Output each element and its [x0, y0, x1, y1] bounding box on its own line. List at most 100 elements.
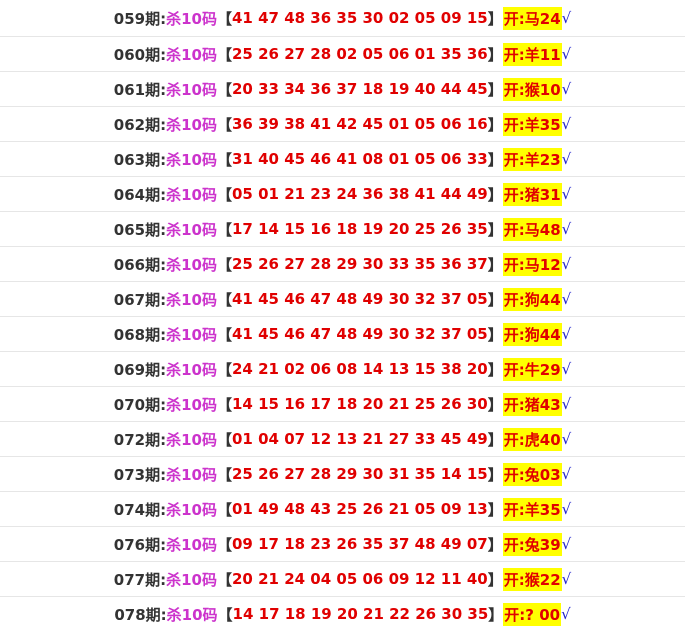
close-bracket: 】 — [487, 325, 503, 344]
period-label: 064期: — [113, 185, 167, 204]
table-row: 059期: 杀10码【41 47 48 36 35 30 02 05 09 15】… — [0, 0, 685, 37]
killed-numbers: 17 14 15 16 18 19 20 25 26 35 — [232, 220, 488, 238]
close-bracket: 】 — [487, 185, 503, 204]
open-bracket: 【 — [216, 325, 232, 344]
kill-count-label: 杀10码 — [166, 185, 217, 204]
open-bracket: 【 — [216, 185, 232, 204]
table-row: 060期: 杀10码【25 26 27 28 02 05 06 01 35 36】… — [0, 37, 685, 72]
open-bracket: 【 — [216, 430, 232, 449]
kill-count-label: 杀10码 — [166, 150, 217, 169]
period-label: 069期: — [113, 360, 167, 379]
table-row: 062期: 杀10码【36 39 38 41 42 45 01 05 06 16】… — [0, 107, 685, 142]
open-bracket: 【 — [216, 395, 232, 414]
killed-numbers: 31 40 45 46 41 08 01 05 06 33 — [232, 150, 488, 168]
table-row: 068期: 杀10码【41 45 46 47 48 49 30 32 37 05】… — [0, 317, 685, 352]
period-label: 066期: — [113, 255, 167, 274]
killed-numbers: 41 47 48 36 35 30 02 05 09 15 — [232, 9, 488, 27]
table-row: 066期: 杀10码【25 26 27 28 29 30 33 35 36 37】… — [0, 247, 685, 282]
draw-result-badge: 开:羊11 — [502, 42, 562, 66]
open-bracket: 【 — [216, 9, 232, 28]
period-label: 070期: — [113, 395, 167, 414]
period-label: 062期: — [113, 115, 167, 134]
draw-result-badge: 开:猴22 — [502, 567, 562, 591]
kill-count-label: 杀10码 — [166, 605, 218, 624]
table-row: 069期: 杀10码【24 21 02 06 08 14 13 15 38 20】… — [0, 352, 685, 387]
check-mark: √ — [561, 500, 572, 518]
check-mark: √ — [561, 605, 571, 623]
killed-numbers: 25 26 27 28 29 30 33 35 36 37 — [232, 255, 488, 273]
period-label: 077期: — [113, 570, 167, 589]
check-mark: √ — [561, 220, 572, 238]
killed-numbers: 20 21 24 04 05 06 09 12 11 40 — [232, 570, 488, 588]
close-bracket: 】 — [487, 80, 503, 99]
killed-numbers: 20 33 34 36 37 18 19 40 44 45 — [232, 80, 488, 98]
open-bracket: 【 — [216, 290, 232, 309]
table-row: 072期: 杀10码【01 04 07 12 13 21 27 33 45 49】… — [0, 422, 685, 457]
killed-numbers: 05 01 21 23 24 36 38 41 44 49 — [232, 185, 488, 203]
close-bracket: 】 — [487, 570, 503, 589]
check-mark: √ — [561, 290, 572, 308]
draw-result-badge: 开:羊35 — [502, 497, 562, 521]
draw-result-badge: 开:虎40 — [502, 427, 562, 451]
table-row: 076期: 杀10码【09 17 18 23 26 35 37 48 49 07】… — [0, 527, 685, 562]
draw-result-badge: 开:? 00 — [503, 602, 562, 626]
open-bracket: 【 — [216, 360, 232, 379]
draw-result-badge: 开:猴10 — [502, 77, 562, 101]
open-bracket: 【 — [216, 220, 232, 239]
killed-numbers: 01 49 48 43 25 26 21 05 09 13 — [232, 500, 488, 518]
open-bracket: 【 — [216, 570, 232, 589]
draw-result-badge: 开:狗44 — [502, 322, 562, 346]
check-mark: √ — [561, 115, 572, 133]
draw-result-badge: 开:狗44 — [502, 287, 562, 311]
close-bracket: 】 — [487, 360, 503, 379]
draw-result-badge: 开:牛29 — [502, 357, 562, 381]
table-row: 061期: 杀10码【20 33 34 36 37 18 19 40 44 45】… — [0, 72, 685, 107]
check-mark: √ — [561, 535, 572, 553]
kill-count-label: 杀10码 — [166, 115, 217, 134]
kill-count-label: 杀10码 — [166, 255, 217, 274]
close-bracket: 】 — [487, 220, 503, 239]
table-row: 073期: 杀10码【25 26 27 28 29 30 31 35 14 15】… — [0, 457, 685, 492]
open-bracket: 【 — [216, 45, 232, 64]
check-mark: √ — [561, 430, 572, 448]
draw-result-badge: 开:猪31 — [502, 182, 562, 206]
period-label: 063期: — [113, 150, 167, 169]
open-bracket: 【 — [216, 115, 232, 134]
draw-result-badge: 开:马24 — [502, 6, 562, 30]
close-bracket: 】 — [487, 255, 503, 274]
killed-numbers: 01 04 07 12 13 21 27 33 45 49 — [232, 430, 488, 448]
kill-count-label: 杀10码 — [166, 535, 217, 554]
period-label: 060期: — [113, 45, 167, 64]
close-bracket: 】 — [487, 465, 503, 484]
close-bracket: 】 — [487, 430, 503, 449]
close-bracket: 】 — [488, 605, 504, 624]
close-bracket: 】 — [487, 9, 503, 28]
close-bracket: 】 — [487, 395, 503, 414]
period-label: 065期: — [113, 220, 167, 239]
close-bracket: 】 — [487, 45, 503, 64]
table-row: 065期: 杀10码【17 14 15 16 18 19 20 25 26 35】… — [0, 212, 685, 247]
killed-numbers: 14 17 18 19 20 21 22 26 30 35 — [232, 605, 489, 623]
draw-result-badge: 开:猪43 — [502, 392, 562, 416]
check-mark: √ — [561, 45, 572, 63]
period-label: 068期: — [113, 325, 167, 344]
draw-result-badge: 开:马12 — [502, 252, 562, 276]
open-bracket: 【 — [216, 535, 232, 554]
kill-count-label: 杀10码 — [166, 9, 217, 28]
period-label: 073期: — [113, 465, 167, 484]
table-row: 077期: 杀10码【20 21 24 04 05 06 09 12 11 40】… — [0, 562, 685, 597]
period-label: 078期: — [114, 605, 167, 624]
draw-result-badge: 开:兔39 — [502, 532, 562, 556]
kill-count-label: 杀10码 — [166, 500, 217, 519]
table-row: 064期: 杀10码【05 01 21 23 24 36 38 41 44 49】… — [0, 177, 685, 212]
check-mark: √ — [561, 80, 572, 98]
table-row: 063期: 杀10码【31 40 45 46 41 08 01 05 06 33】… — [0, 142, 685, 177]
check-mark: √ — [561, 360, 572, 378]
table-row: 070期: 杀10码【14 15 16 17 18 20 21 25 26 30】… — [0, 387, 685, 422]
table-row: 078期: 杀10码【14 17 18 19 20 21 22 26 30 35】… — [0, 597, 685, 627]
close-bracket: 】 — [487, 290, 503, 309]
check-mark: √ — [561, 570, 572, 588]
kill-count-label: 杀10码 — [166, 45, 217, 64]
draw-result-badge: 开:兔03 — [502, 462, 562, 486]
kill-count-label: 杀10码 — [166, 325, 217, 344]
